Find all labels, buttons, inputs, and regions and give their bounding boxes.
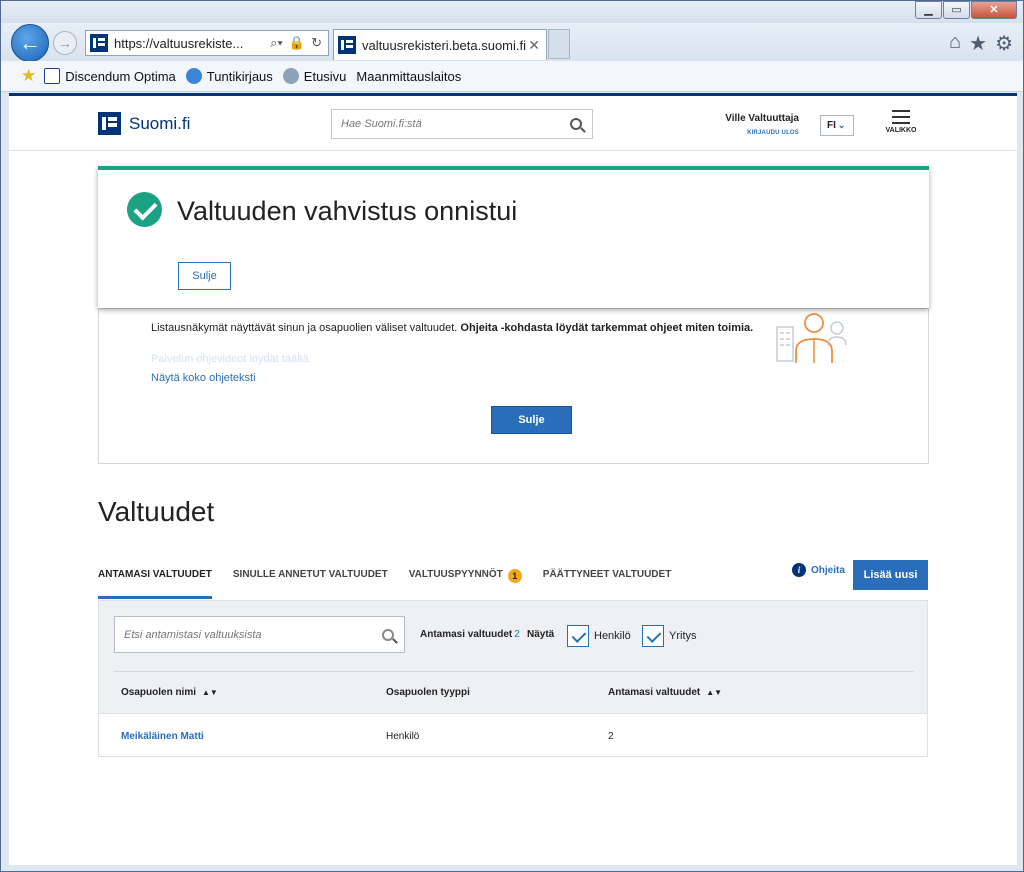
help-label: Ohjeita — [811, 564, 845, 576]
person-illustration-icon — [776, 313, 847, 363]
party-type: Henkilö — [386, 731, 420, 742]
minimize-icon[interactable]: ▁ — [915, 1, 942, 19]
person-checkbox[interactable]: Henkilö — [567, 625, 631, 647]
site-favicon-icon — [90, 34, 108, 52]
dialog-close-button[interactable]: Sulje — [178, 262, 231, 290]
close-window-icon[interactable]: ✕ — [971, 1, 1017, 19]
success-check-icon — [127, 192, 162, 227]
filter-panel: Etsi antamistasi valtuuksista Antamasi v… — [98, 600, 928, 714]
new-tab-button[interactable] — [548, 29, 570, 59]
mandate-count-cell: 2 — [608, 731, 614, 742]
favorites-star-icon[interactable]: ★ — [969, 31, 987, 56]
favorites-bar: ★ Discendum Optima Tuntikirjaus Etusivu … — [1, 61, 1023, 92]
back-arrow-icon[interactable]: ← — [11, 24, 49, 62]
company-checkbox-label: Yritys — [669, 630, 697, 642]
requests-count-badge: 1 — [507, 569, 522, 583]
web-page: Suomi.fi Hae Suomi.fi:stä Ville Valtuutt… — [9, 93, 1017, 865]
search-dropdown-icon[interactable]: ⌕▾ — [270, 35, 283, 51]
site-search-input[interactable]: Hae Suomi.fi:stä — [331, 109, 593, 139]
window-controls: ▁ ▭ ✕ — [914, 1, 1017, 19]
close-tab-icon[interactable]: ✕ — [528, 37, 540, 54]
mandate-search-placeholder: Etsi antamistasi valtuuksista — [124, 628, 262, 641]
sort-icon: ▲▼ — [202, 688, 218, 697]
add-favorite-star-icon[interactable]: ★ — [21, 66, 36, 86]
favorite-item[interactable]: Discendum Optima — [44, 68, 176, 84]
logo-text: Suomi.fi — [129, 113, 191, 133]
suomi-logo-icon — [98, 112, 121, 135]
page-title: Valtuudet — [98, 496, 215, 527]
company-checkbox[interactable]: Yritys — [642, 625, 697, 647]
party-name-link[interactable]: Meikäläinen Matti — [121, 731, 204, 742]
favorite-label: Tuntikirjaus — [206, 68, 273, 84]
mandate-search-input[interactable]: Etsi antamistasi valtuuksista — [114, 616, 405, 653]
table-row: Meikäläinen Matti Henkilö 2 — [98, 714, 928, 757]
browser-tab[interactable]: valtuusrekisteri.beta.suomi.fi ✕ — [333, 29, 547, 60]
dialog-title: Valtuuden vahvistus onnistui — [177, 196, 518, 226]
search-icon[interactable] — [382, 628, 394, 641]
chevron-down-icon: ⌄ — [837, 120, 846, 130]
menu-button[interactable]: VALIKKO — [883, 110, 919, 134]
tab-given-mandates[interactable]: ANTAMASI VALTUUDET — [98, 567, 212, 599]
favorite-label: Maanmittauslaitos — [356, 68, 462, 84]
help-link[interactable]: i Ohjeita — [792, 563, 845, 577]
tab-mandate-requests[interactable]: VALTUUSPYYNNÖT 1 — [409, 567, 522, 599]
browser-window: ▁ ▭ ✕ ← → https://valtuusrekiste... ⌕▾ 🔒… — [0, 0, 1024, 872]
success-dialog: Valtuuden vahvistus onnistui Sulje — [98, 166, 929, 308]
ie-page-icon — [185, 68, 202, 84]
sort-icon: ▲▼ — [706, 688, 723, 697]
info-text: Listausnäkymät näyttävät sinun ja osapuo… — [151, 322, 754, 334]
tab-bar: ANTAMASI VALTUUDET SINULLE ANNETUT VALTU… — [98, 567, 692, 599]
browser-toolbar-icons: ⌂ ★ ⚙ — [949, 31, 1013, 56]
home-icon[interactable]: ⌂ — [949, 31, 961, 56]
person-checkbox-label: Henkilö — [594, 630, 631, 642]
video-help-link[interactable]: Palvelun ohjevideot löydät täältä — [151, 353, 309, 365]
favorite-label: Etusivu — [303, 68, 347, 84]
settings-gear-icon[interactable]: ⚙ — [995, 31, 1013, 56]
mandate-count: Antamasi valtuudet 2 — [420, 629, 520, 640]
hamburger-icon — [892, 110, 910, 124]
checkbox-checked-icon — [642, 625, 664, 647]
search-icon[interactable] — [570, 118, 582, 130]
column-header-count[interactable]: Antamasi valtuudet ▲▼ — [608, 687, 722, 698]
show-full-help-link[interactable]: Näytä koko ohjeteksti — [151, 372, 256, 384]
favorite-item[interactable]: Etusivu — [282, 68, 347, 84]
globe-icon — [282, 68, 299, 84]
address-bar[interactable]: https://valtuusrekiste... ⌕▾ 🔒 ↻ — [85, 30, 329, 56]
site-header: Suomi.fi Hae Suomi.fi:stä Ville Valtuutt… — [9, 93, 1017, 151]
refresh-icon[interactable]: ↻ — [311, 35, 322, 51]
column-header-name[interactable]: Osapuolen nimi ▲▼ — [121, 687, 218, 698]
forward-arrow-icon[interactable]: → — [53, 31, 77, 55]
show-label: Näytä — [527, 629, 555, 640]
user-name: Ville Valtuuttaja — [725, 113, 799, 124]
address-text: https://valtuusrekiste... — [114, 35, 244, 51]
info-close-button[interactable]: Sulje — [491, 406, 572, 434]
add-new-button[interactable]: Lisää uusi — [853, 560, 928, 590]
table-header: Osapuolen nimi ▲▼ Osapuolen tyyppi Antama… — [114, 671, 914, 714]
info-icon: i — [792, 563, 806, 577]
optima-icon — [44, 68, 61, 84]
suomi-logo[interactable]: Suomi.fi — [98, 112, 190, 135]
favorite-item[interactable]: Tuntikirjaus — [185, 68, 273, 84]
tab-received-mandates[interactable]: SINULLE ANNETUT VALTUUDET — [233, 567, 388, 599]
favorite-item[interactable]: Maanmittauslaitos — [356, 69, 461, 84]
column-header-type: Osapuolen tyyppi — [386, 687, 470, 698]
favorite-label: Discendum Optima — [65, 68, 176, 84]
search-placeholder: Hae Suomi.fi:stä — [341, 118, 422, 130]
menu-label: VALIKKO — [885, 127, 917, 134]
info-panel: Listausnäkymät näyttävät sinun ja osapuo… — [98, 308, 929, 464]
checkbox-checked-icon — [567, 625, 589, 647]
tab-title: valtuusrekisteri.beta.suomi.fi — [362, 37, 527, 53]
language-value: FI — [827, 120, 836, 131]
tab-favicon-icon — [338, 36, 356, 54]
maximize-icon[interactable]: ▭ — [943, 1, 970, 19]
navigation-bar: ← → https://valtuusrekiste... ⌕▾ 🔒 ↻ val… — [1, 23, 1023, 62]
logout-link[interactable]: KIRJAUDU ULOS — [709, 130, 799, 136]
language-select[interactable]: FI ⌄ — [820, 115, 854, 136]
tab-expired-mandates[interactable]: PÄÄTTYNEET VALTUUDET — [543, 567, 672, 599]
lock-icon[interactable]: 🔒 — [289, 35, 305, 51]
user-info: Ville Valtuuttaja KIRJAUDU ULOS — [709, 113, 799, 136]
title-bar: ▁ ▭ ✕ — [1, 1, 1023, 23]
